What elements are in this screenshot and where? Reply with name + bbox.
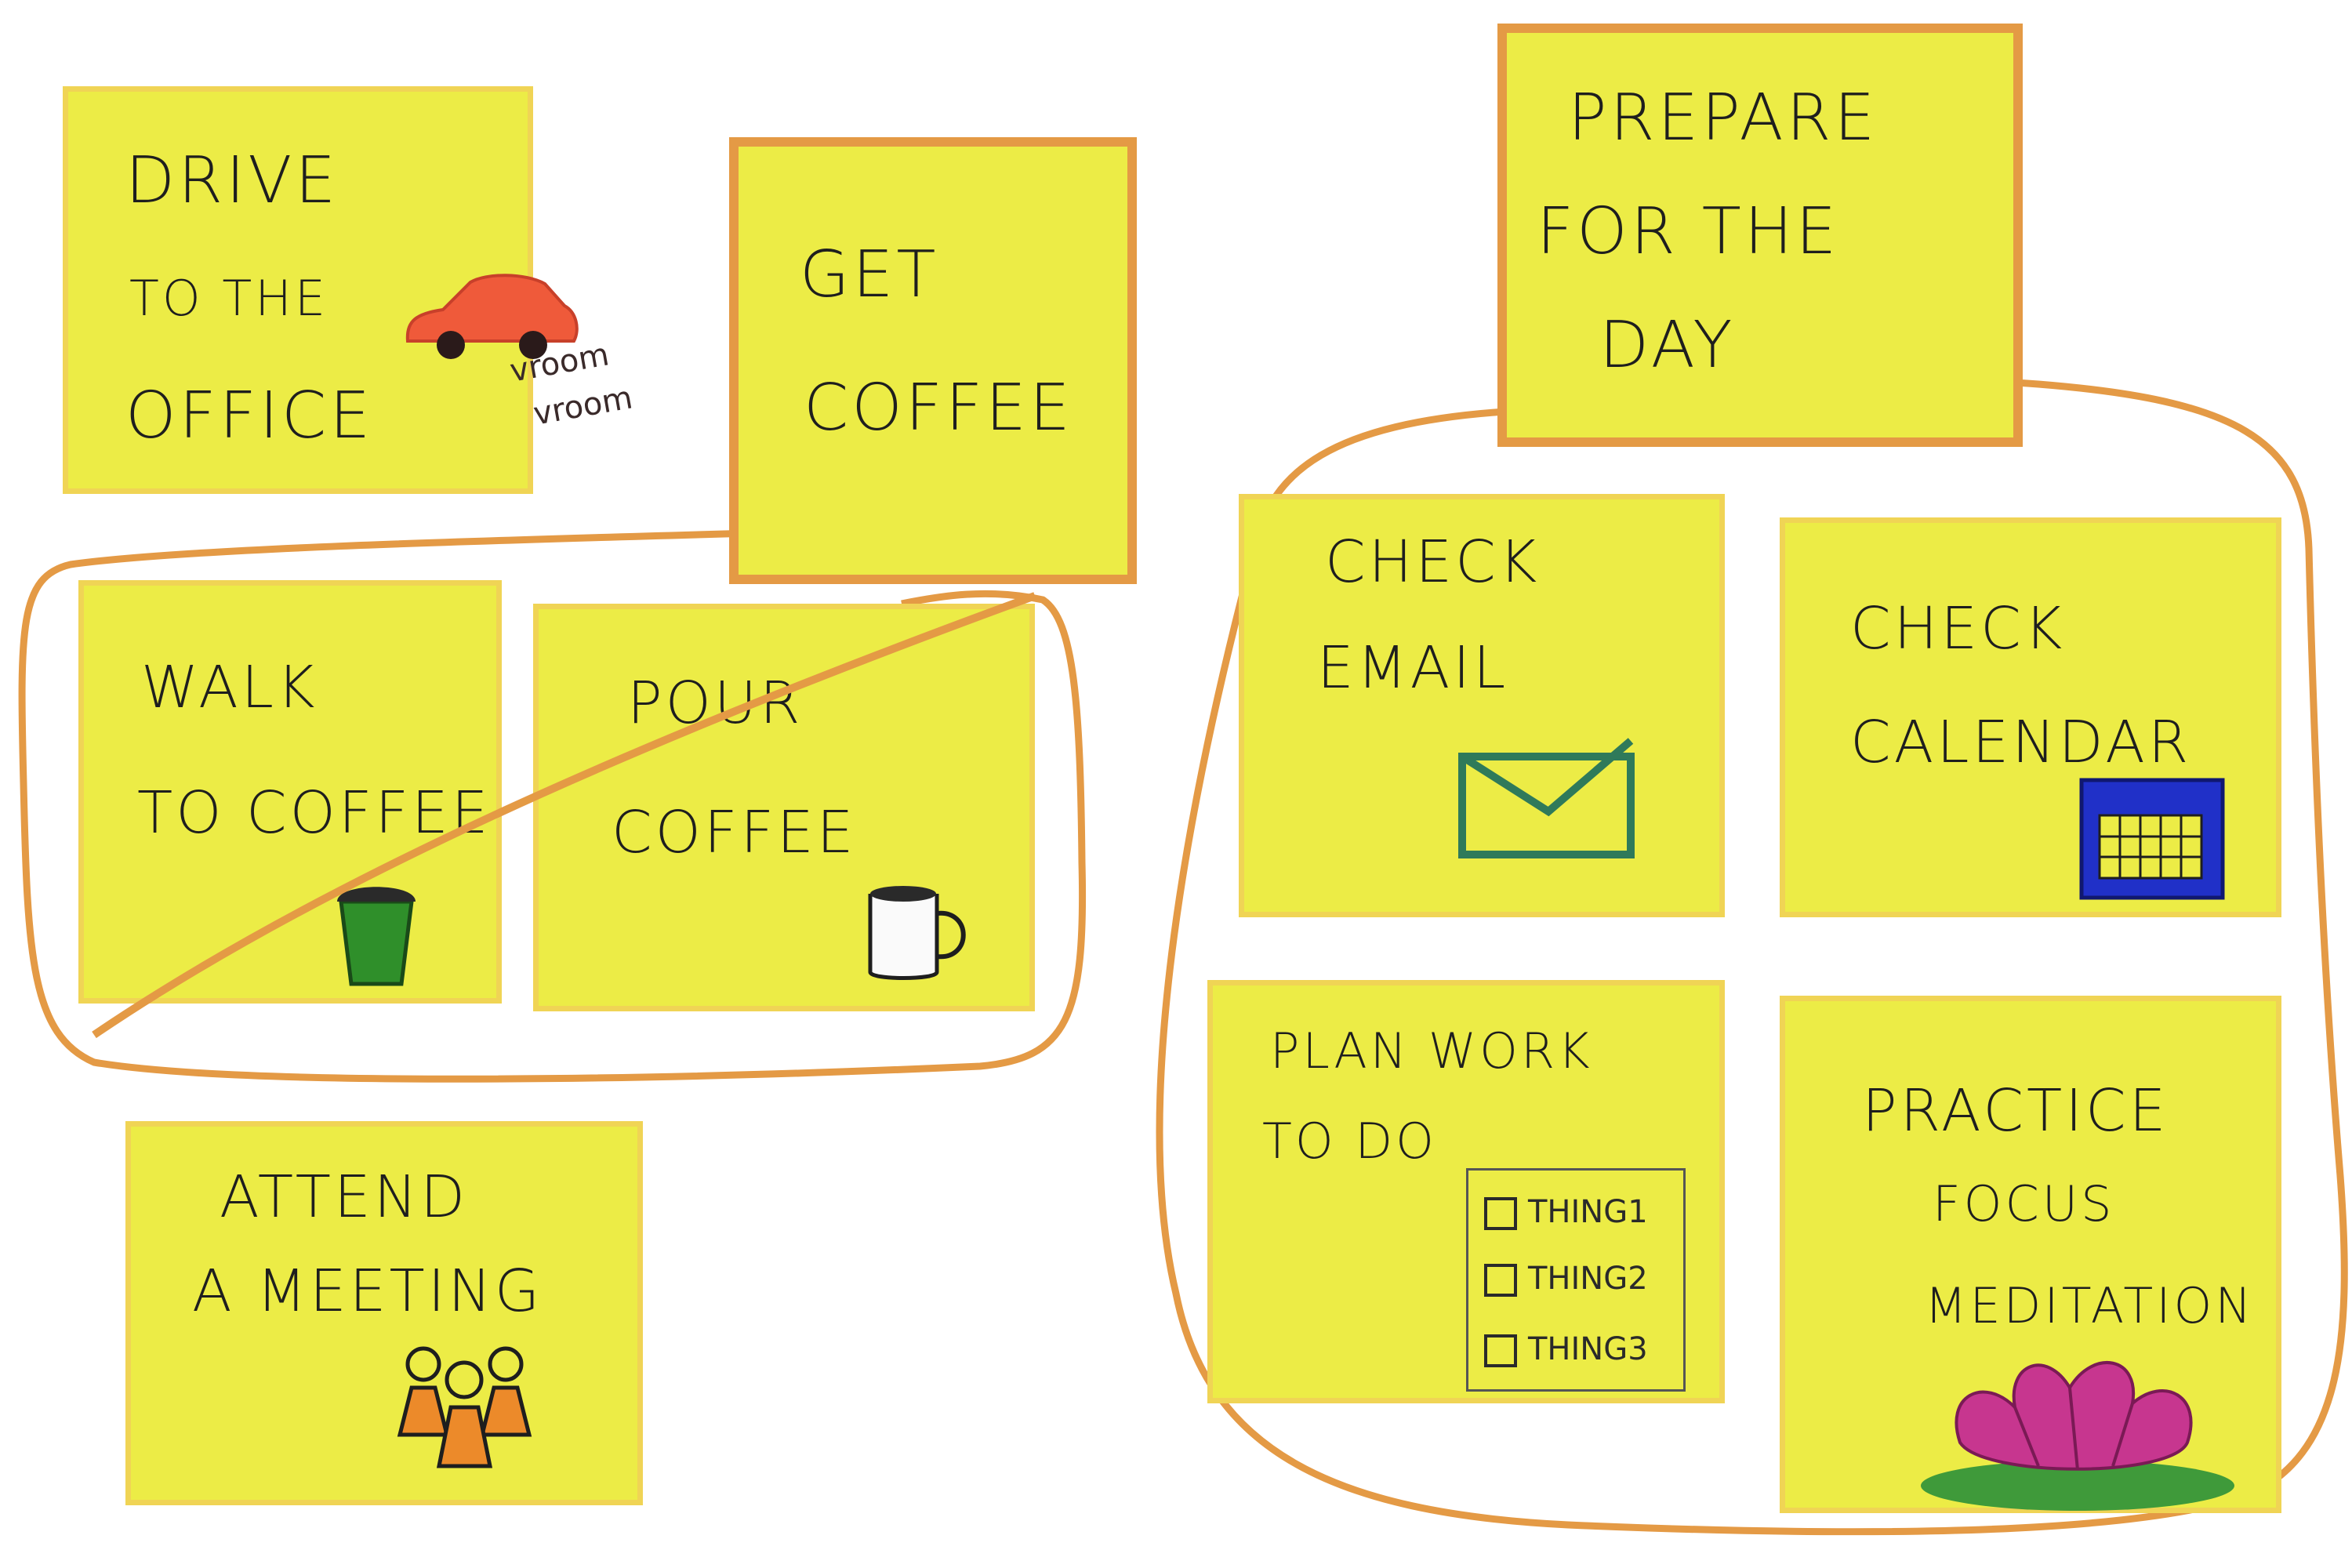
checklist-item-label: Thing2 xyxy=(1528,1261,1648,1297)
note-focus-line2: Focus xyxy=(1933,1175,2115,1232)
lotus-icon xyxy=(1921,1360,2234,1511)
envelope-icon xyxy=(1458,738,1635,858)
note-email-line2: Email xyxy=(1317,634,1509,702)
diagram-canvas: Drive to the Office vroom vroom Get Coff… xyxy=(0,0,2352,1568)
checklist-icon: Thing1 Thing2 Thing3 xyxy=(1466,1168,1686,1392)
note-focus-line3: Meditation xyxy=(1925,1277,2255,1334)
note-plan-line1: Plan Work xyxy=(1270,1022,1593,1080)
checklist-item-label: Thing1 xyxy=(1528,1194,1648,1230)
note-prepare-line1: Prepare xyxy=(1568,81,1878,155)
checklist-item-label: Thing3 xyxy=(1528,1331,1648,1367)
checklist-item: Thing1 xyxy=(1484,1194,1648,1230)
calendar-icon xyxy=(2079,778,2225,900)
note-prepare-line3: Day xyxy=(1599,308,1736,383)
note-calendar-line2: Calendar xyxy=(1850,709,2192,776)
note-plan-line2: To Do xyxy=(1262,1112,1437,1170)
note-attend-line1: Attend xyxy=(220,1163,469,1231)
note-email-line1: Check xyxy=(1325,528,1541,596)
note-calendar-line1: Check xyxy=(1850,595,2066,662)
note-attend-line2: A Meeting xyxy=(192,1258,543,1325)
checklist-item: Thing3 xyxy=(1484,1331,1648,1367)
checklist-item: Thing2 xyxy=(1484,1261,1648,1297)
note-prepare-line2: For the xyxy=(1537,194,1840,269)
people-icon xyxy=(397,1346,532,1468)
note-focus-line1: Practice xyxy=(1862,1077,2169,1145)
